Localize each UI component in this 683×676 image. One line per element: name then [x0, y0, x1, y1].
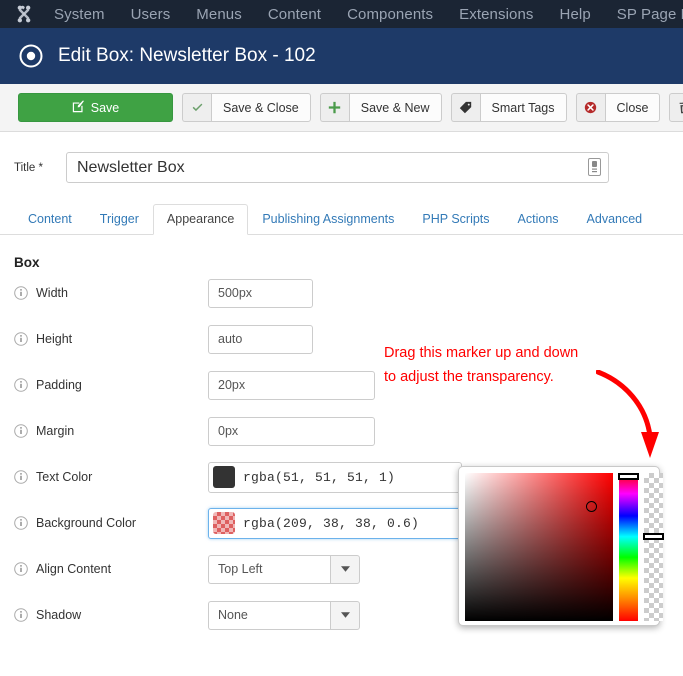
- tab-publishing-assignments[interactable]: Publishing Assignments: [248, 204, 408, 235]
- nav-item-menus[interactable]: Menus: [196, 6, 242, 23]
- section-heading: Box: [14, 255, 40, 270]
- form-row-margin: Margin: [0, 408, 683, 454]
- page-header: Edit Box: Newsletter Box - 102: [0, 28, 683, 84]
- info-circle-icon[interactable]: [14, 470, 28, 484]
- smart-tags-button-group[interactable]: Smart Tags: [450, 93, 567, 122]
- batch-icon[interactable]: [588, 158, 601, 176]
- form-label-width: Width: [36, 286, 68, 300]
- chevron-down-icon[interactable]: [330, 600, 360, 630]
- saturation-value-area[interactable]: [465, 473, 613, 621]
- info-circle-icon[interactable]: [14, 562, 28, 576]
- joomla-logo-icon[interactable]: [14, 4, 34, 24]
- width-input[interactable]: [208, 278, 313, 308]
- alpha-slider-handle[interactable]: [643, 533, 664, 540]
- padding-input[interactable]: [208, 370, 375, 400]
- info-circle-icon[interactable]: [14, 424, 28, 438]
- form-label-padding: Padding: [36, 378, 82, 392]
- page-title: Edit Box: Newsletter Box - 102: [58, 45, 316, 66]
- trash-icon[interactable]: [669, 93, 683, 122]
- nav-item-content[interactable]: Content: [268, 6, 321, 23]
- info-circle-icon[interactable]: [14, 516, 28, 530]
- edit-square-icon: [72, 99, 85, 116]
- save-button-group[interactable]: Save: [18, 93, 173, 122]
- info-circle-icon[interactable]: [14, 332, 28, 346]
- align-content-select-value[interactable]: Top Left: [208, 554, 330, 584]
- smart-tags-button[interactable]: Smart Tags: [479, 93, 567, 122]
- text-color-value: rgba(51, 51, 51, 1): [243, 469, 396, 485]
- alpha-slider[interactable]: [643, 473, 664, 621]
- form-row-height: Height: [0, 316, 683, 362]
- save-close-button[interactable]: Save & Close: [211, 93, 311, 122]
- shadow-select-value[interactable]: None: [208, 600, 330, 630]
- tab-php-scripts[interactable]: PHP Scripts: [408, 204, 503, 235]
- close-button-group[interactable]: Close: [575, 93, 661, 122]
- admin-nav-bar: System Users Menus Content Components Ex…: [0, 0, 683, 28]
- plus-icon: [319, 93, 349, 122]
- text-color-swatch[interactable]: [213, 466, 235, 488]
- chevron-down-icon[interactable]: [330, 554, 360, 584]
- form-label-margin: Margin: [36, 424, 75, 438]
- check-icon: [182, 93, 211, 122]
- background-color-value: rgba(209, 38, 38, 0.6): [243, 515, 420, 531]
- tab-advanced[interactable]: Advanced: [573, 204, 657, 235]
- align-content-select[interactable]: Top Left: [208, 554, 360, 584]
- form-label-text-color: Text Color: [36, 470, 93, 484]
- nav-item-components[interactable]: Components: [347, 6, 433, 23]
- form-label-align-content: Align Content: [36, 562, 112, 576]
- hue-slider[interactable]: [618, 473, 639, 621]
- tab-bar: Content Trigger Appearance Publishing As…: [0, 204, 683, 235]
- hue-slider-handle[interactable]: [618, 473, 639, 480]
- form-label-height: Height: [36, 332, 73, 346]
- form-label-background-color: Background Color: [36, 516, 137, 530]
- title-label: Title *: [14, 161, 43, 174]
- save-button-label: Save: [90, 100, 120, 115]
- form-label-shadow: Shadow: [36, 608, 82, 622]
- tab-trigger[interactable]: Trigger: [86, 204, 153, 235]
- title-row: Title *: [0, 132, 683, 183]
- text-color-field[interactable]: rgba(51, 51, 51, 1): [208, 461, 462, 493]
- height-input[interactable]: [208, 324, 313, 354]
- cancel-circle-icon: [575, 93, 605, 122]
- color-picker-popup[interactable]: [458, 466, 664, 626]
- info-circle-icon[interactable]: [14, 608, 28, 622]
- nav-item-help[interactable]: Help: [560, 6, 591, 23]
- info-circle-icon[interactable]: [14, 378, 28, 392]
- tab-content[interactable]: Content: [14, 204, 86, 235]
- saturation-value-marker[interactable]: [586, 501, 597, 512]
- background-color-field[interactable]: rgba(209, 38, 38, 0.6): [208, 507, 462, 539]
- tag-icon: [450, 93, 480, 122]
- nav-item-sp-page-builder[interactable]: SP Page Builder: [617, 6, 683, 23]
- title-input[interactable]: [66, 152, 609, 183]
- shadow-select[interactable]: None: [208, 600, 360, 630]
- margin-input[interactable]: [208, 416, 375, 446]
- save-new-button-group[interactable]: Save & New: [319, 93, 442, 122]
- tab-appearance[interactable]: Appearance: [152, 204, 249, 235]
- toolbar: Save Save & Close Save & New Smart Tags: [0, 84, 683, 132]
- form-row-width: Width: [0, 270, 683, 316]
- form-row-padding: Padding: [0, 362, 683, 408]
- title-input-wrap: [66, 152, 609, 183]
- save-new-button[interactable]: Save & New: [348, 93, 442, 122]
- save-close-button-group[interactable]: Save & Close: [182, 93, 311, 122]
- background-color-swatch[interactable]: [213, 512, 235, 534]
- save-button[interactable]: Save: [18, 93, 173, 122]
- nav-item-system[interactable]: System: [54, 6, 105, 23]
- close-button[interactable]: Close: [604, 93, 661, 122]
- target-circle-icon: [18, 43, 44, 69]
- delete-button-group[interactable]: [669, 93, 683, 122]
- nav-item-users[interactable]: Users: [131, 6, 171, 23]
- nav-item-extensions[interactable]: Extensions: [459, 6, 533, 23]
- info-circle-icon[interactable]: [14, 286, 28, 300]
- tab-actions[interactable]: Actions: [504, 204, 573, 235]
